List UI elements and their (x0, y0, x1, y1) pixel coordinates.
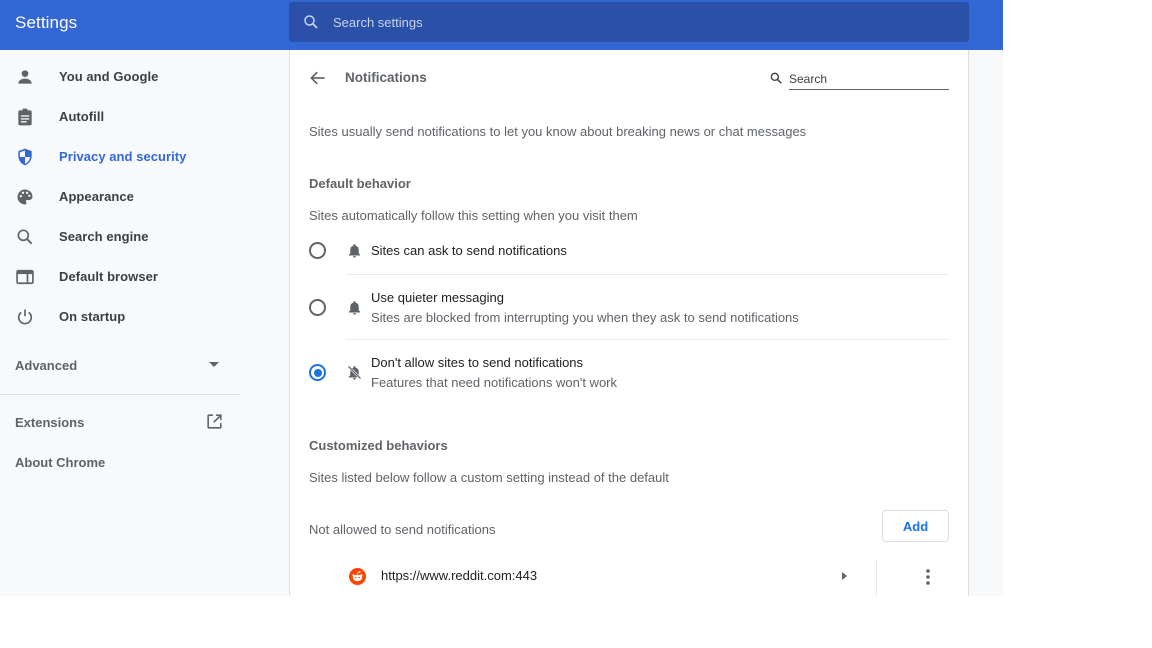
caret-down-icon[interactable] (209, 362, 219, 367)
bell-icon (348, 301, 361, 315)
sidebar-item-label: Search engine (59, 229, 149, 244)
sidebar-item-label: You and Google (59, 69, 159, 84)
intro-text: Sites usually send notifications to let … (309, 124, 807, 139)
add-site-button[interactable]: Add (882, 510, 949, 542)
option-sublabel: Sites are blocked from interrupting you … (371, 310, 799, 325)
sidebar-item-label: Default browser (59, 269, 158, 284)
option-quieter-messaging[interactable]: Use quieter messaging Sites are blocked … (290, 275, 970, 339)
clipboard-icon (18, 108, 32, 126)
arrow-right-icon[interactable] (839, 570, 849, 582)
shield-icon (18, 148, 32, 166)
sidebar-divider (0, 394, 240, 395)
radio-button-selected[interactable] (309, 364, 326, 381)
bell-icon (348, 244, 361, 258)
sidebar-item-autofill[interactable]: Autofill (0, 97, 240, 137)
bell-off-icon (347, 365, 362, 380)
default-behavior-description: Sites automatically follow this setting … (309, 208, 638, 223)
header-bar: Settings (0, 0, 1003, 50)
sidebar-item-extensions[interactable]: Extensions (15, 415, 84, 430)
page-search[interactable] (769, 66, 949, 92)
sidebar-item-privacy-and-security[interactable]: Privacy and security (0, 137, 240, 177)
site-url[interactable]: https://www.reddit.com:443 (381, 568, 537, 583)
option-dont-allow[interactable]: Don't allow sites to send notifications … (290, 340, 970, 404)
site-list-item[interactable]: https://www.reddit.com:443 (290, 558, 970, 596)
arrow-back-icon[interactable] (308, 68, 328, 88)
sidebar-item-on-startup[interactable]: On startup (0, 297, 240, 337)
notifications-card: Notifications Sites usually send notific… (289, 50, 969, 596)
reddit-icon (349, 568, 366, 585)
separator (876, 560, 877, 596)
blocked-list-label: Not allowed to send notifications (309, 522, 496, 537)
person-icon (18, 70, 32, 84)
customized-behaviors-description: Sites listed below follow a custom setti… (309, 470, 669, 485)
option-label: Use quieter messaging (371, 290, 504, 305)
page-title: Notifications (345, 70, 427, 85)
palette-icon (17, 189, 33, 205)
page-search-input[interactable] (789, 68, 949, 90)
more-vert-icon[interactable] (918, 567, 938, 587)
option-sublabel: Features that need notifications won't w… (371, 375, 618, 390)
customized-behaviors-heading: Customized behaviors (309, 438, 448, 453)
open-in-new-icon[interactable] (205, 412, 224, 431)
search-icon (304, 15, 318, 29)
sidebar-advanced-toggle[interactable]: Advanced (15, 358, 77, 373)
browser-window-icon (16, 269, 34, 285)
radio-button[interactable] (309, 299, 326, 316)
sidebar-item-label: Appearance (59, 189, 134, 204)
search-settings-box[interactable] (289, 2, 969, 42)
settings-app: Settings You and Google Autofill Privacy… (0, 0, 1003, 596)
option-label: Sites can ask to send notifications (371, 243, 567, 258)
sidebar-item-about-chrome[interactable]: About Chrome (15, 455, 105, 470)
sidebar-item-label: Autofill (59, 109, 105, 124)
app-title: Settings (15, 13, 78, 32)
sidebar-item-you-and-google[interactable]: You and Google (0, 57, 240, 97)
sidebar-item-search-engine[interactable]: Search engine (0, 217, 240, 257)
search-icon (770, 72, 782, 84)
option-label: Don't allow sites to send notifications (371, 355, 584, 370)
default-behavior-heading: Default behavior (309, 176, 411, 191)
sidebar-item-appearance[interactable]: Appearance (0, 177, 240, 217)
option-sites-can-ask[interactable]: Sites can ask to send notifications (290, 232, 970, 274)
power-icon (17, 309, 33, 325)
radio-button[interactable] (309, 242, 326, 259)
sidebar-item-default-browser[interactable]: Default browser (0, 257, 240, 297)
sidebar-item-label: On startup (59, 309, 126, 324)
search-icon (17, 229, 33, 245)
sidebar: You and Google Autofill Privacy and secu… (0, 50, 289, 596)
search-settings-input[interactable] (333, 2, 933, 42)
sidebar-item-label: Privacy and security (59, 149, 187, 164)
